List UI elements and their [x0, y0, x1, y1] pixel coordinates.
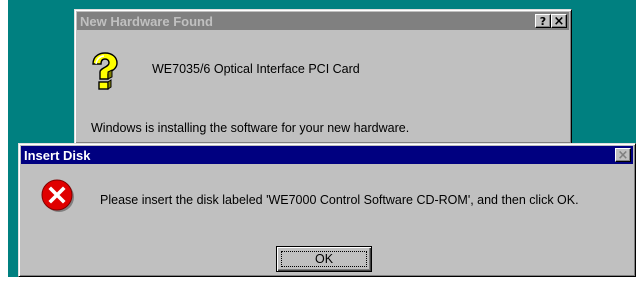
- close-icon: ×: [617, 147, 629, 163]
- insert-disk-dialog: Insert Disk × Please insert the disk lab…: [18, 143, 636, 277]
- device-name: WE7035/6 Optical Interface PCI Card: [152, 62, 360, 76]
- ok-button[interactable]: OK: [276, 246, 372, 272]
- question-mark-icon: [92, 52, 118, 90]
- help-button[interactable]: ?: [535, 14, 551, 28]
- insert-disk-message: Please insert the disk labeled 'WE7000 C…: [100, 193, 579, 207]
- new-hardware-dialog: New Hardware Found ? × WE7035/6 Optical …: [74, 9, 572, 144]
- question-mark-icon: ?: [539, 14, 547, 28]
- ok-button-label: OK: [314, 252, 334, 266]
- close-icon: ×: [553, 13, 565, 29]
- insert-disk-titlebar[interactable]: Insert Disk ×: [21, 146, 633, 164]
- new-hardware-titlebar[interactable]: New Hardware Found ? ×: [77, 12, 569, 30]
- close-button[interactable]: ×: [551, 14, 567, 28]
- insert-disk-title: Insert Disk: [24, 147, 91, 163]
- installing-status: Windows is installing the software for y…: [91, 121, 410, 135]
- close-button[interactable]: ×: [615, 148, 631, 162]
- error-icon: [41, 179, 74, 212]
- new-hardware-title: New Hardware Found: [80, 13, 213, 29]
